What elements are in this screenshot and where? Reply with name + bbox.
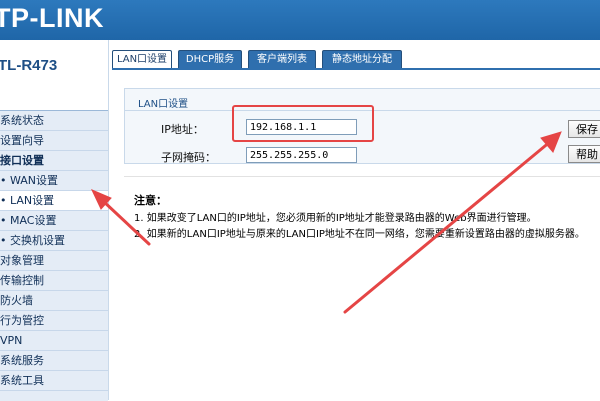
help-button[interactable]: 帮助 bbox=[568, 145, 600, 163]
content-divider bbox=[124, 176, 600, 177]
sidebar-item-mac[interactable]: • MAC设置 bbox=[0, 211, 108, 231]
sidebar-item-behavior-control[interactable]: 行为管控 bbox=[0, 311, 108, 331]
model-name: TL-R473 bbox=[0, 57, 58, 74]
sidebar-menu: 系统状态 设置向导 接口设置 • WAN设置 • LAN设置 • MAC设置 •… bbox=[0, 110, 108, 401]
sidebar-item-wan[interactable]: • WAN设置 bbox=[0, 171, 108, 191]
section-title: LAN口设置 bbox=[138, 99, 189, 110]
tab-underline bbox=[112, 68, 600, 70]
sidebar-item-vpn[interactable]: VPN bbox=[0, 331, 108, 351]
sidebar-item-firewall[interactable]: 防火墙 bbox=[0, 291, 108, 311]
brand-logo: TP-LINK bbox=[0, 3, 104, 33]
note-1: 1. 如果改变了LAN口的IP地址，您必须用新的IP地址才能登录路由器的Web界… bbox=[134, 213, 537, 224]
sidebar-item-setup-wizard[interactable]: 设置向导 bbox=[0, 131, 108, 151]
sidebar-item-transfer-control[interactable]: 传输控制 bbox=[0, 271, 108, 291]
sidebar-item-interface-settings[interactable]: 接口设置 bbox=[0, 151, 108, 171]
tab-dhcp[interactable]: DHCP服务 bbox=[178, 50, 242, 70]
left-column: TL-R473 系统状态 设置向导 接口设置 • WAN设置 • LAN设置 •… bbox=[0, 40, 109, 401]
tab-client-list[interactable]: 客户端列表 bbox=[248, 50, 316, 70]
ip-address-field[interactable]: 192.168.1.1 bbox=[246, 119, 357, 135]
ip-label: IP地址： bbox=[161, 123, 204, 136]
sidebar-item-lan[interactable]: • LAN设置 bbox=[0, 191, 108, 211]
note-2: 2. 如果新的LAN口IP地址与原来的LAN口IP地址不在同一网络，您需要重新设… bbox=[134, 229, 585, 240]
sidebar-item-switch[interactable]: • 交换机设置 bbox=[0, 231, 108, 251]
sidebar-item-system-status[interactable]: 系统状态 bbox=[0, 111, 108, 131]
tab-lan-settings[interactable]: LAN口设置 bbox=[112, 50, 172, 70]
tab-static-address[interactable]: 静态地址分配 bbox=[322, 50, 402, 70]
section-divider bbox=[124, 110, 600, 111]
sidebar-item-system-tools[interactable]: 系统工具 bbox=[0, 371, 108, 391]
sidebar-item-system-services[interactable]: 系统服务 bbox=[0, 351, 108, 371]
save-button[interactable]: 保存 bbox=[568, 120, 600, 138]
subnet-mask-field[interactable]: 255.255.255.0 bbox=[246, 147, 357, 163]
notes-title: 注意： bbox=[134, 194, 167, 207]
mask-label: 子网掩码： bbox=[161, 151, 216, 164]
sidebar-item-object-mgmt[interactable]: 对象管理 bbox=[0, 251, 108, 271]
top-banner: TP-LINK bbox=[0, 0, 600, 40]
